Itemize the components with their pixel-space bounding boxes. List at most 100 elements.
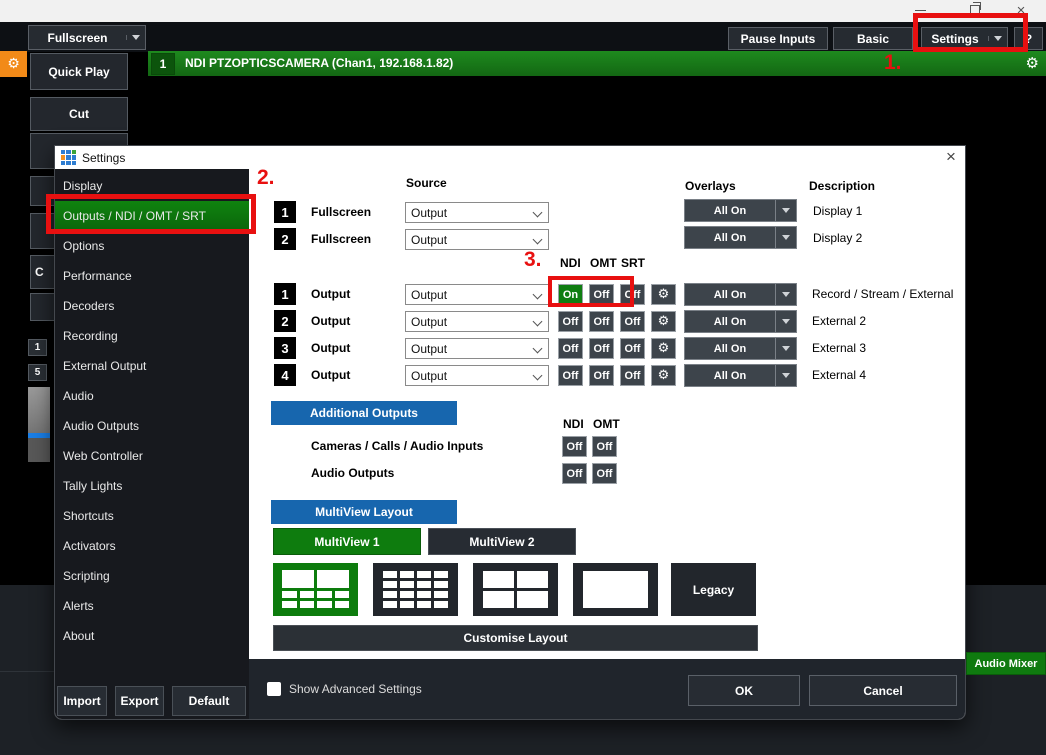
output-1-omt-toggle[interactable]: Off bbox=[589, 284, 614, 305]
output-2-srt-toggle[interactable]: Off bbox=[620, 311, 645, 332]
output-1-ndi-toggle[interactable]: On bbox=[558, 284, 583, 305]
output-3-ndi-toggle[interactable]: Off bbox=[558, 338, 583, 359]
additional-outputs-button[interactable]: Additional Outputs bbox=[271, 401, 457, 425]
output-1-label: Output bbox=[311, 287, 350, 301]
pause-inputs-button[interactable]: Pause Inputs bbox=[728, 27, 828, 50]
fullscreen-button-label[interactable]: Fullscreen bbox=[29, 31, 126, 45]
dialog-close-icon[interactable]: × bbox=[939, 147, 963, 167]
nav-item-about[interactable]: About bbox=[55, 621, 249, 651]
output-2-omt-toggle[interactable]: Off bbox=[589, 311, 614, 332]
settings-dropdown-arrow[interactable] bbox=[988, 36, 1007, 41]
multiview-1-tab[interactable]: MultiView 1 bbox=[273, 528, 421, 555]
audio-outputs-omt-toggle[interactable]: Off bbox=[592, 463, 617, 484]
output-3-srt-toggle[interactable]: Off bbox=[620, 338, 645, 359]
fullscreen-2-overlays-value: All On bbox=[685, 227, 775, 248]
audio-mixer-button[interactable]: Audio Mixer bbox=[966, 652, 1046, 675]
nav-item-options[interactable]: Options bbox=[55, 231, 249, 261]
restore-icon[interactable] bbox=[960, 0, 990, 20]
output-2-gear-button[interactable]: ⚙ bbox=[651, 311, 676, 332]
output-4-srt-toggle[interactable]: Off bbox=[620, 365, 645, 386]
customise-layout-button[interactable]: Customise Layout bbox=[273, 625, 758, 651]
overlay-5-button[interactable]: 5 bbox=[28, 364, 47, 381]
import-button[interactable]: Import bbox=[57, 686, 107, 716]
nav-item-outputs-ndi-omt-srt[interactable]: Outputs / NDI / OMT / SRT bbox=[55, 201, 249, 231]
output-4-omt-toggle[interactable]: Off bbox=[589, 365, 614, 386]
overlay-1-button[interactable]: 1 bbox=[28, 339, 47, 356]
cameras-ndi-toggle[interactable]: Off bbox=[562, 436, 587, 457]
nav-item-tally-lights[interactable]: Tally Lights bbox=[55, 471, 249, 501]
settings-button-label[interactable]: Settings bbox=[922, 32, 988, 46]
nav-item-display[interactable]: Display bbox=[55, 171, 249, 201]
close-icon[interactable]: × bbox=[1006, 0, 1036, 20]
nav-item-web-controller[interactable]: Web Controller bbox=[55, 441, 249, 471]
output-4-gear-button[interactable]: ⚙ bbox=[651, 365, 676, 386]
nav-item-activators[interactable]: Activators bbox=[55, 531, 249, 561]
dropdown-arrow-icon[interactable] bbox=[775, 311, 796, 332]
dropdown-arrow-icon[interactable] bbox=[775, 365, 796, 386]
nav-item-performance[interactable]: Performance bbox=[55, 261, 249, 291]
fullscreen-2-overlays-dropdown[interactable]: All On bbox=[684, 226, 797, 249]
help-button[interactable]: ? bbox=[1014, 27, 1043, 50]
output-2-source-select[interactable]: Output bbox=[405, 311, 549, 332]
layout-preview-legacy[interactable]: Legacy bbox=[671, 563, 756, 616]
dropdown-arrow-icon[interactable] bbox=[775, 338, 796, 359]
output-3-source-value: Output bbox=[411, 342, 447, 356]
input-bar[interactable]: 1 NDI PTZOPTICSCAMERA (Chan1, 192.168.1.… bbox=[148, 51, 1046, 76]
nav-item-recording[interactable]: Recording bbox=[55, 321, 249, 351]
output-1-source-select[interactable]: Output bbox=[405, 284, 549, 305]
nav-item-external-output[interactable]: External Output bbox=[55, 351, 249, 381]
dropdown-arrow-icon[interactable] bbox=[775, 200, 796, 221]
output-3-overlays-value: All On bbox=[685, 338, 775, 359]
minimize-icon[interactable] bbox=[905, 0, 935, 20]
show-advanced-settings-checkbox[interactable] bbox=[267, 682, 281, 696]
output-3-overlays-dropdown[interactable]: All On bbox=[684, 337, 797, 360]
quick-play-button[interactable]: Quick Play bbox=[30, 53, 128, 90]
nav-item-alerts[interactable]: Alerts bbox=[55, 591, 249, 621]
output-4-source-value: Output bbox=[411, 369, 447, 383]
cancel-button[interactable]: Cancel bbox=[809, 675, 957, 706]
multiview-layout-button[interactable]: MultiView Layout bbox=[271, 500, 457, 524]
fullscreen-button[interactable]: Fullscreen bbox=[28, 25, 146, 50]
ndi-header: NDI bbox=[560, 256, 581, 270]
output-3-gear-button[interactable]: ⚙ bbox=[651, 338, 676, 359]
quick-settings-gear-button[interactable]: ⚙ bbox=[0, 51, 27, 77]
output-4-ndi-toggle[interactable]: Off bbox=[558, 365, 583, 386]
output-3-badge: 3 bbox=[274, 337, 296, 359]
audio-fader[interactable] bbox=[28, 387, 50, 462]
output-2-ndi-toggle[interactable]: Off bbox=[558, 311, 583, 332]
output-2-overlays-dropdown[interactable]: All On bbox=[684, 310, 797, 333]
output-4-overlays-dropdown[interactable]: All On bbox=[684, 364, 797, 387]
input-gear-icon[interactable]: ⚙ bbox=[1026, 54, 1039, 72]
default-button[interactable]: Default bbox=[172, 686, 246, 716]
output-4-source-select[interactable]: Output bbox=[405, 365, 549, 386]
settings-button[interactable]: Settings bbox=[921, 27, 1008, 50]
basic-button[interactable]: Basic bbox=[833, 27, 913, 50]
multiview-2-tab[interactable]: MultiView 2 bbox=[428, 528, 576, 555]
layout-preview-grid-16[interactable] bbox=[373, 563, 458, 616]
chevron-down-icon bbox=[533, 317, 543, 327]
fullscreen-1-source-select[interactable]: Output bbox=[405, 202, 549, 223]
fullscreen-2-source-select[interactable]: Output bbox=[405, 229, 549, 250]
output-1-overlays-dropdown[interactable]: All On bbox=[684, 283, 797, 306]
cut-button[interactable]: Cut bbox=[30, 97, 128, 131]
audio-outputs-ndi-toggle[interactable]: Off bbox=[562, 463, 587, 484]
fullscreen-dropdown-arrow[interactable] bbox=[126, 35, 145, 40]
nav-item-audio-outputs[interactable]: Audio Outputs bbox=[55, 411, 249, 441]
nav-item-scripting[interactable]: Scripting bbox=[55, 561, 249, 591]
nav-item-shortcuts[interactable]: Shortcuts bbox=[55, 501, 249, 531]
nav-item-audio[interactable]: Audio bbox=[55, 381, 249, 411]
dropdown-arrow-icon[interactable] bbox=[775, 227, 796, 248]
output-1-gear-button[interactable]: ⚙ bbox=[651, 284, 676, 305]
cameras-omt-toggle[interactable]: Off bbox=[592, 436, 617, 457]
nav-item-decoders[interactable]: Decoders bbox=[55, 291, 249, 321]
output-1-srt-toggle[interactable]: Off bbox=[620, 284, 645, 305]
layout-preview-2-plus-8[interactable] bbox=[273, 563, 358, 616]
export-button[interactable]: Export bbox=[115, 686, 164, 716]
output-3-omt-toggle[interactable]: Off bbox=[589, 338, 614, 359]
dropdown-arrow-icon[interactable] bbox=[775, 284, 796, 305]
output-3-source-select[interactable]: Output bbox=[405, 338, 549, 359]
layout-preview-single[interactable] bbox=[573, 563, 658, 616]
fullscreen-1-overlays-dropdown[interactable]: All On bbox=[684, 199, 797, 222]
layout-preview-grid-4[interactable] bbox=[473, 563, 558, 616]
ok-button[interactable]: OK bbox=[688, 675, 800, 706]
